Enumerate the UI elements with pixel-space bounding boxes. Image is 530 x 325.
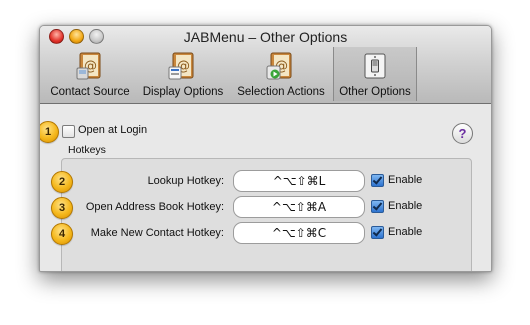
make-new-contact-hotkey-enable-checkbox[interactable] xyxy=(371,226,384,239)
open-at-login-checkbox[interactable] xyxy=(62,125,75,138)
open-address-book-hotkey-label: Open Address Book Hotkey: xyxy=(85,201,224,213)
make-new-contact-hotkey-label: Make New Contact Hotkey: xyxy=(90,227,224,239)
toolbar-label: Selection Actions xyxy=(237,86,325,98)
toolbar-item-contact-source[interactable]: @ Contact Source xyxy=(45,47,135,101)
open-address-book-hotkey-enable-label: Enable xyxy=(388,200,423,212)
options-panel: 1 Open at Login ? Hotkeys 2 Lookup Hotke… xyxy=(40,104,491,271)
preferences-window: JABMenu – Other Options @ Contact Source… xyxy=(39,25,492,272)
address-book-actions-icon: @ xyxy=(266,52,292,80)
make-new-contact-hotkey-field[interactable]: ^⌥⇧⌘C xyxy=(233,222,365,244)
lookup-hotkey-enable-label: Enable xyxy=(388,174,423,186)
lookup-hotkey-enable-checkbox[interactable] xyxy=(371,174,384,187)
toolbar-item-other-options[interactable]: Other Options xyxy=(333,47,417,101)
toolbar-label: Contact Source xyxy=(50,86,130,98)
title-bar: JABMenu – Other Options @ Contact Source… xyxy=(40,26,491,104)
light-switch-icon xyxy=(364,53,386,79)
callout-badge-1: 1 xyxy=(40,121,59,143)
open-at-login-label: Open at Login xyxy=(78,124,148,136)
help-button[interactable]: ? xyxy=(452,123,473,144)
lookup-hotkey-label: Lookup Hotkey: xyxy=(147,175,224,187)
window-title: JABMenu – Other Options xyxy=(183,29,348,45)
hotkeys-group-title: Hotkeys xyxy=(68,144,106,156)
address-book-display-icon: @ xyxy=(168,52,194,80)
lookup-hotkey-field[interactable]: ^⌥⇧⌘L xyxy=(233,170,365,192)
toolbar-item-display-options[interactable]: @ Display Options xyxy=(137,47,229,101)
toolbar-label: Other Options xyxy=(339,86,411,98)
toolbar-label: Display Options xyxy=(142,86,224,98)
open-address-book-hotkey-field[interactable]: ^⌥⇧⌘A xyxy=(233,196,365,218)
toolbar-item-selection-actions[interactable]: @ Selection Actions xyxy=(232,47,330,101)
make-new-contact-hotkey-enable-label: Enable xyxy=(388,226,423,238)
open-address-book-hotkey-enable-checkbox[interactable] xyxy=(371,200,384,213)
address-book-source-icon: @ xyxy=(76,52,101,80)
